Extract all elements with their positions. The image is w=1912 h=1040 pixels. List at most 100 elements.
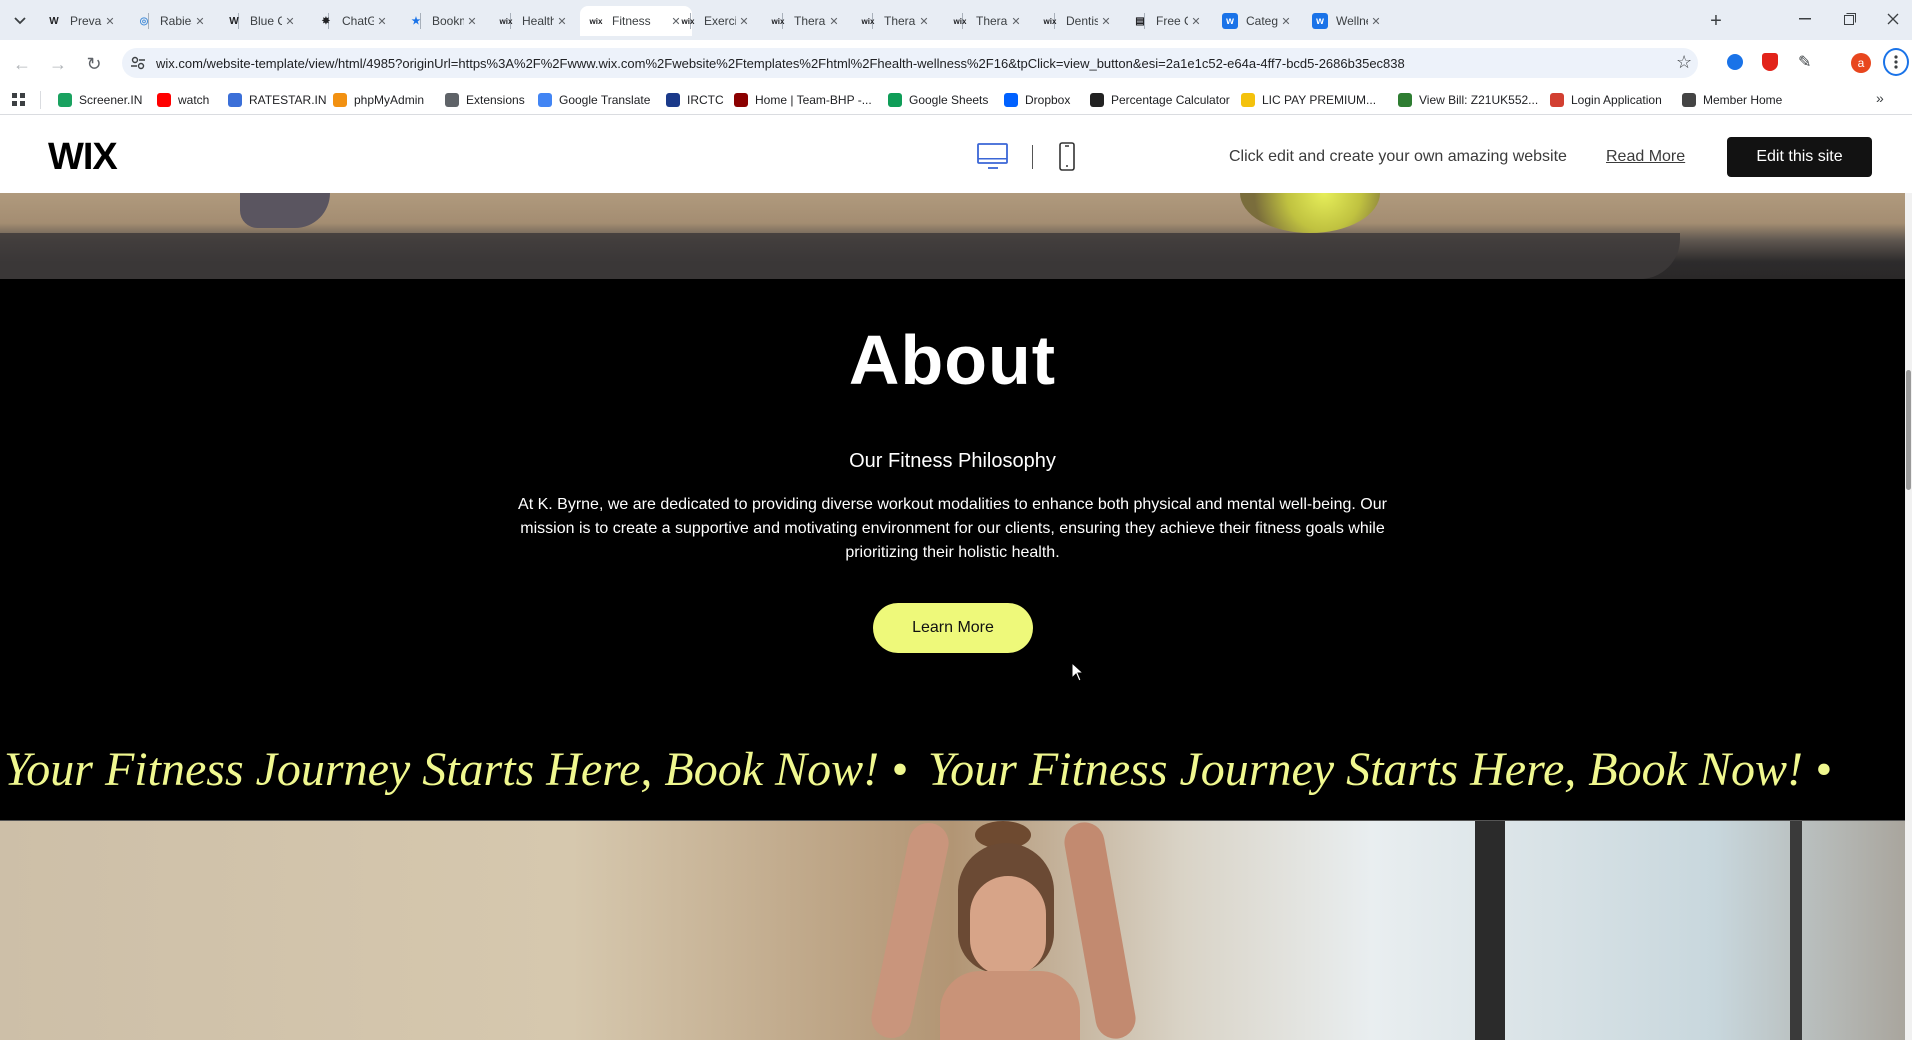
tab-close-icon[interactable]: ✕ <box>102 15 118 28</box>
back-button[interactable]: ← <box>8 50 36 78</box>
tab-close-icon[interactable]: ✕ <box>1188 15 1204 28</box>
tab-close-icon[interactable]: ✕ <box>464 15 480 28</box>
bookmark-favicon-icon <box>445 93 459 107</box>
bookmark-irctc[interactable]: IRCTC <box>666 92 724 108</box>
document-icon: ▤ <box>1135 15 1145 27</box>
minimize-button[interactable] <box>1790 8 1820 30</box>
mobile-view-button[interactable] <box>1058 142 1076 172</box>
tab-wellne[interactable]: w Wellne✕ <box>1304 6 1392 36</box>
bookmark-favicon-icon <box>1682 93 1696 107</box>
bookmark-ratestar-in[interactable]: RATESTAR.IN <box>228 92 327 108</box>
tab-exercis[interactable]: wix Exercis✕ <box>672 6 760 36</box>
tab-therap[interactable]: wix Therap✕ <box>852 6 940 36</box>
new-tab-button[interactable]: + <box>1703 8 1729 34</box>
tab-chatgp[interactable]: ✸ ChatGP✕ <box>310 6 398 36</box>
tab-health[interactable]: wix Health ✕ <box>490 6 578 36</box>
bookmark-favicon-icon <box>734 93 748 107</box>
bookmark-google-translate[interactable]: Google Translate <box>538 92 650 108</box>
desktop-icon <box>977 143 1008 169</box>
tab-close-icon[interactable]: ✕ <box>1368 15 1384 28</box>
reload-button[interactable]: ↻ <box>80 50 108 78</box>
tab-prevale[interactable]: W Prevale✕ <box>38 6 126 36</box>
tab-bookm[interactable]: ★ Bookm✕ <box>400 6 488 36</box>
restore-icon <box>1844 13 1856 25</box>
tab-catego[interactable]: w Catego✕ <box>1214 6 1302 36</box>
chevron-down-icon <box>14 17 26 25</box>
tab-title: Wellne <box>1336 14 1368 28</box>
wix-icon: wix <box>861 16 875 26</box>
tab-close-icon[interactable]: ✕ <box>826 15 842 28</box>
window-frame-shape <box>1790 821 1802 1040</box>
bookmark-lic-pay-premium[interactable]: LIC PAY PREMIUM... <box>1241 92 1376 108</box>
bookmark-label: Login Application <box>1571 93 1662 107</box>
tab-strip: WPrevale✕◎Rabies✕WBlue Cr✕✸ChatGP✕★Bookm… <box>0 0 1912 40</box>
bookmark-home-team-bhp[interactable]: Home | Team-BHP -... <box>734 92 872 108</box>
bookmarks-overflow-button[interactable]: » <box>1876 90 1884 106</box>
forward-button[interactable]: → <box>44 50 72 78</box>
tab-close-icon[interactable]: ✕ <box>1098 15 1114 28</box>
bookmark-extensions[interactable]: Extensions <box>445 92 525 108</box>
tab-blue-cr[interactable]: W Blue Cr✕ <box>218 6 306 36</box>
bookmark-login-application[interactable]: Login Application <box>1550 92 1662 108</box>
booking-marquee[interactable]: Your Fitness Journey Starts Here, Book N… <box>4 742 1840 797</box>
site-info-icon[interactable] <box>130 55 146 71</box>
tab-close-icon[interactable]: ✕ <box>192 15 208 28</box>
arrow-right-icon: → <box>49 53 67 74</box>
tab-dentist[interactable]: wix Dentist✕ <box>1034 6 1122 36</box>
tab-title: ChatGP <box>342 14 374 28</box>
tab-free-cr[interactable]: ▤ Free Cr✕ <box>1124 6 1212 36</box>
wix-icon: wix <box>499 16 513 26</box>
browser-menu-button[interactable] <box>1883 48 1909 76</box>
extension-icon-1[interactable] <box>1727 54 1743 70</box>
tab-close-icon[interactable]: ✕ <box>554 15 570 28</box>
bookmark-favicon-icon <box>228 93 242 107</box>
bookmark-star-icon[interactable]: ☆ <box>1676 52 1692 73</box>
tab-search-button[interactable] <box>8 10 32 32</box>
profile-avatar[interactable]: a <box>1851 53 1871 73</box>
wordpress-icon: w <box>1222 13 1238 29</box>
bookmark-phpmyadmin[interactable]: phpMyAdmin <box>333 92 424 108</box>
desktop-view-button[interactable] <box>977 142 1009 172</box>
bookmark-star-icon: ★ <box>411 15 421 27</box>
tab-therap[interactable]: wix Therap✕ <box>944 6 1032 36</box>
about-subheading: Our Fitness Philosophy <box>849 450 1056 472</box>
wix-icon: wix <box>681 16 695 26</box>
tab-close-icon[interactable]: ✕ <box>736 15 752 28</box>
close-window-button[interactable] <box>1878 8 1908 30</box>
bookmark-view-bill-z21uk552[interactable]: View Bill: Z21UK552... <box>1398 92 1538 108</box>
bookmark-label: Percentage Calculator <box>1111 93 1230 107</box>
tab-close-icon[interactable]: ✕ <box>1008 15 1024 28</box>
restore-button[interactable] <box>1835 8 1865 30</box>
learn-more-button[interactable]: Learn More <box>873 603 1033 653</box>
bookmark-percentage-calculator[interactable]: Percentage Calculator <box>1090 92 1230 108</box>
view-divider <box>1032 145 1033 169</box>
wix-logo[interactable]: WIX <box>48 136 118 179</box>
tab-title: Prevale <box>70 14 102 28</box>
tab-close-icon[interactable]: ✕ <box>282 15 298 28</box>
tab-therap[interactable]: wix Therap✕ <box>762 6 850 36</box>
bookmark-google-sheets[interactable]: Google Sheets <box>888 92 988 108</box>
tab-close-icon[interactable]: ✕ <box>1278 15 1294 28</box>
close-icon <box>1887 13 1899 25</box>
page-scrollbar[interactable] <box>1905 193 1912 1040</box>
tab-title: Free Cr <box>1156 14 1188 28</box>
extensions-puzzle-icon[interactable]: ✎ <box>1798 52 1811 72</box>
wikipedia-icon: W <box>49 15 59 27</box>
url-text[interactable]: wix.com/website-template/view/html/4985?… <box>156 56 1405 71</box>
trainer-image <box>0 821 1905 1040</box>
tab-title: Rabies <box>160 14 192 28</box>
bookmark-watch[interactable]: watch <box>157 92 209 108</box>
bookmark-screener-in[interactable]: Screener.IN <box>58 92 142 108</box>
bookmark-label: RATESTAR.IN <box>249 93 327 107</box>
bookmark-member-home[interactable]: Member Home <box>1682 92 1782 108</box>
tab-close-icon[interactable]: ✕ <box>916 15 932 28</box>
tab-close-icon[interactable]: ✕ <box>374 15 390 28</box>
read-more-link[interactable]: Read More <box>1606 148 1685 166</box>
edit-site-button[interactable]: Edit this site <box>1727 137 1872 177</box>
tab-rabies[interactable]: ◎ Rabies✕ <box>128 6 216 36</box>
bookmark-dropbox[interactable]: Dropbox <box>1004 92 1070 108</box>
apps-grid-icon[interactable] <box>12 93 26 107</box>
about-paragraph: At K. Byrne, we are dedicated to providi… <box>518 496 1387 561</box>
brave-shield-icon[interactable] <box>1762 53 1778 71</box>
scrollbar-thumb[interactable] <box>1906 370 1911 490</box>
